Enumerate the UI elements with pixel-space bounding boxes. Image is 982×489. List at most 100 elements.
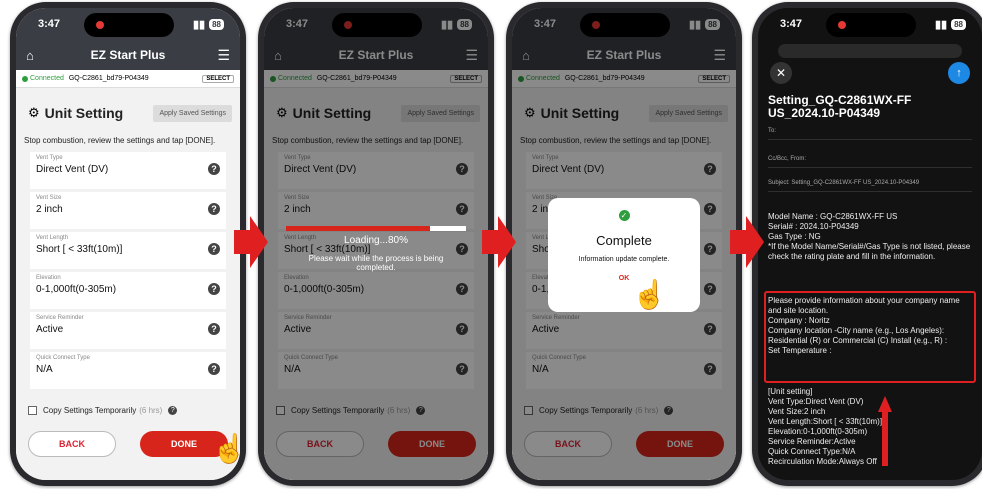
red-arrow-icon (730, 216, 764, 268)
setting-field[interactable]: Service Reminder Active? (30, 312, 226, 349)
help-icon[interactable]: ? (208, 283, 220, 295)
field-label: Vent Type (36, 155, 63, 161)
app-header: ⌂ EZ Start Plus ☰ (16, 40, 240, 70)
complete-dialog: ✓ Complete Information update complete. OK (548, 198, 700, 312)
email-body-line: Gas Type : NG (768, 232, 821, 241)
loading-subtext: Please wait while the process is being c… (308, 254, 444, 272)
email-body-block: Model Name : GQ-C2861WX-FF US Serial# : 2… (768, 212, 972, 262)
phone-screen: 3:47 ▮▮ 88 ✕ ↑ Setting_GQ-C2861WX-FF US_2024.… (758, 8, 982, 480)
status-icons: ▮▮ 88 (193, 18, 224, 31)
highlight-box (764, 291, 976, 383)
status-time: 3:47 (780, 18, 803, 30)
gear-icon: ⚙ (28, 105, 40, 120)
select-button[interactable]: SELECT (202, 74, 234, 83)
instruction-text: Stop combustion, review the settings and… (24, 136, 216, 145)
field-label: Quick Connect Type (36, 355, 90, 361)
dynamic-island (826, 13, 916, 37)
field-value: Short [ < 33ft(10m)] (36, 244, 123, 255)
status-time: 3:47 (38, 18, 61, 30)
phone-frame: 3:47 ▮▮ 88 ⌂ EZ Start Plus ☰ Connected GQ-C2861… (506, 2, 742, 486)
unit-setting-body: ⚙ Unit Setting Apply Saved Settings Stop co… (16, 88, 240, 480)
phone-frame: 3:47 ▮▮ 88 ⌂ EZ Start Plus ☰ Connected GQ-C2861… (10, 2, 246, 486)
copy-settings-label: Copy Settings Temporarily (43, 406, 137, 415)
apply-saved-settings-button[interactable]: Apply Saved Settings (153, 104, 232, 122)
copy-settings-row: Copy Settings Temporarily (6 hrs)? (16, 406, 240, 415)
dialog-title: Complete (596, 233, 652, 248)
email-body-line: Recirculation Mode:Always Off (768, 457, 877, 466)
status-bar: 3:47 ▮▮ 88 (16, 8, 240, 40)
phone-screen: 3:47 ▮▮ 88 ⌂ EZ Start Plus ☰ Connected GQ-C2861… (512, 8, 736, 480)
email-body-line: Quick Connect Type:N/A (768, 447, 856, 456)
email-body-line: Model Name : GQ-C2861WX-FF US (768, 212, 898, 221)
ok-button[interactable]: OK (548, 275, 700, 282)
progress-bar (286, 226, 466, 231)
connection-bar: Connected GQ-C2861_bd79-P04349 SELECT (16, 70, 240, 88)
email-body-block: [Unit setting] Vent Type:Direct Vent (DV)… (768, 387, 972, 467)
setting-field[interactable]: Vent Type Direct Vent (DV)? (30, 152, 226, 189)
page-title: Unit Setting (44, 105, 124, 121)
status-bar: 3:47 ▮▮ 88 (758, 8, 982, 40)
status-icons: ▮▮ 88 (935, 18, 966, 31)
field-label: Service Reminder (36, 315, 84, 321)
signal-icon: ▮▮ (934, 18, 948, 31)
copy-hours: (6 hrs) (139, 406, 163, 415)
setting-field[interactable]: Elevation 0-1,000ft(0-305m)? (30, 272, 226, 309)
to-field[interactable]: To: (768, 128, 972, 140)
action-buttons: BACK DONE (28, 431, 228, 457)
red-arrow-icon (878, 396, 892, 466)
setting-field[interactable]: Quick Connect Type N/A? (30, 352, 226, 389)
hand-pointer-icon: ☝ (212, 433, 240, 464)
copy-settings-checkbox[interactable] (28, 406, 37, 415)
field-value: 0-1,000ft(0-305m) (36, 284, 117, 295)
back-button[interactable]: BACK (28, 431, 116, 457)
progress-fill (286, 226, 430, 231)
email-body-line: Serial# : 2024.10-P04349 (768, 222, 859, 231)
cc-from-field[interactable]: Cc/Bcc, From: (768, 156, 972, 168)
dynamic-island (84, 13, 174, 37)
phone-screen: 3:47 ▮▮ 88 ⌂ EZ Start Plus ☰ Connected GQ-C2861… (16, 8, 240, 480)
email-body-line: [Unit setting] (768, 387, 813, 396)
field-value: N/A (36, 364, 53, 375)
field-value: 2 inch (36, 204, 63, 215)
email-subject-title: Setting_GQ-C2861WX-FF US_2024.10-P04349 (768, 93, 912, 120)
help-icon[interactable]: ? (208, 203, 220, 215)
help-icon[interactable]: ? (208, 363, 220, 375)
unit-setting-header: ⚙ Unit Setting Apply Saved Settings (16, 88, 240, 126)
tutorial-stage: 3:47 ▮▮ 88 ⌂ EZ Start Plus ☰ Connected GQ-C2861… (0, 0, 982, 489)
dialog-message: Information update complete. (578, 256, 670, 263)
setting-field[interactable]: Vent Length Short [ < 33ft(10m)]? (30, 232, 226, 269)
loading-panel: Loading...80% Please wait while the proce… (264, 233, 488, 272)
subject-field[interactable]: Subject: Setting_GQ-C2861WX-FF US_2024.1… (768, 180, 972, 192)
help-icon[interactable]: ? (208, 163, 220, 175)
field-label: Vent Length (36, 235, 69, 241)
send-arrow-icon[interactable]: ↑ (948, 62, 970, 84)
hand-pointer-icon: ☝ (632, 279, 667, 310)
phone-screen: 3:47 ▮▮ 88 ⌂ EZ Start Plus ☰ Connected GQ-C2861… (264, 8, 488, 480)
email-body-line: Elevation:0-1,000ft(0-305m) (768, 427, 868, 436)
red-arrow-icon (234, 216, 268, 268)
battery-icon: 88 (209, 18, 224, 30)
field-label: Elevation (36, 275, 61, 281)
sheet-grabber (778, 44, 962, 58)
checkmark-icon: ✓ (618, 210, 630, 221)
help-icon[interactable]: ? (208, 323, 220, 335)
help-icon[interactable]: ? (168, 406, 178, 415)
field-label: Vent Size (36, 195, 62, 201)
loading-text: Loading...80% (344, 235, 408, 246)
app-title: EZ Start Plus (90, 48, 166, 62)
close-icon[interactable]: ✕ (770, 62, 792, 84)
connected-dot (22, 75, 28, 82)
phone-frame: 3:47 ▮▮ 88 ✕ ↑ Setting_GQ-C2861WX-FF US_2024.… (752, 2, 982, 486)
field-value: Active (36, 324, 64, 335)
email-body-line: Vent Length:Short [ < 33ft(10m)] (768, 417, 883, 426)
signal-icon: ▮▮ (192, 18, 206, 31)
email-body-line: Service Reminder:Active (768, 437, 856, 446)
help-icon[interactable]: ? (208, 243, 220, 255)
email-body-line: *If the Model Name/Serial#/Gas Type is n… (768, 242, 971, 261)
setting-field[interactable]: Vent Size 2 inch? (30, 192, 226, 229)
email-body-line: Vent Size:2 inch (768, 407, 826, 416)
red-arrow-icon (482, 216, 516, 268)
email-body-line: Vent Type:Direct Vent (DV) (768, 397, 864, 406)
phone-frame: 3:47 ▮▮ 88 ⌂ EZ Start Plus ☰ Connected GQ-C2861… (258, 2, 494, 486)
connected-label: Connected (30, 75, 64, 82)
